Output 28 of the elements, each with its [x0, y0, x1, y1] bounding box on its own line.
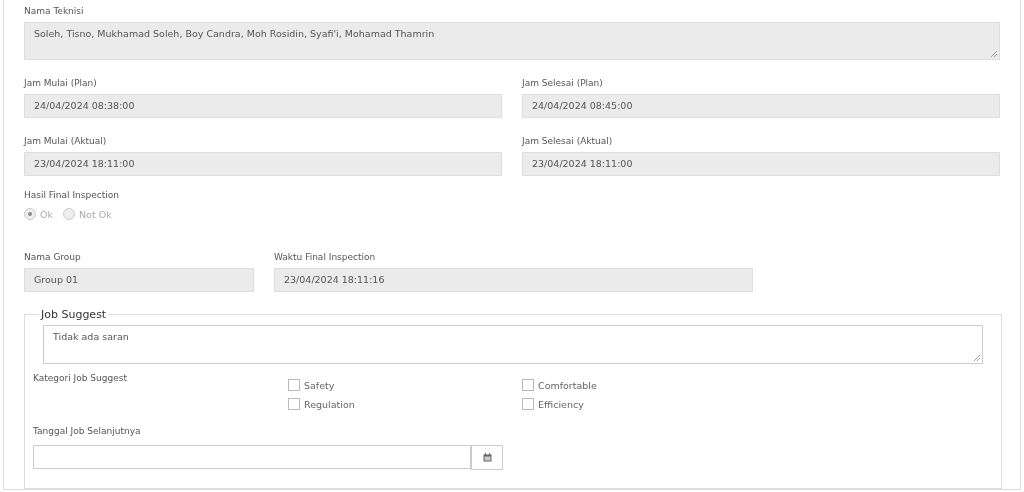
technicians-field[interactable]: Soleh, Tisno, Mukhamad Soleh, Boy Candra, Moh Rosidin, Syafi'i, Mohamad Thamrin [24, 22, 1000, 60]
field-label: Jam Mulai (Plan) [24, 77, 98, 90]
time-field[interactable]: 24/04/2024 08:45:00 [522, 94, 1000, 118]
field-label: Kategori Job Suggest [33, 373, 128, 385]
suggestion-field[interactable]: Tidak ada saran [43, 325, 983, 364]
field-label: Jam Selesai (Aktual) [522, 135, 614, 148]
field-label: Waktu Final Inspection [274, 251, 377, 264]
resize-grip-icon [973, 354, 980, 361]
field-label: Jam Selesai (Plan) [522, 77, 604, 90]
field-label: Nama Group [24, 251, 82, 264]
panel-title: Job Suggest [39, 308, 108, 321]
date-field[interactable] [33, 445, 471, 469]
checkbox-option[interactable]: Regulation [288, 398, 522, 410]
checkbox-option[interactable]: Comfortable [522, 379, 722, 391]
field-label: Tanggal Job Selanjutnya [33, 425, 142, 438]
checkbox-option[interactable]: Safety [288, 379, 522, 391]
calendar-button[interactable] [471, 445, 503, 470]
checkbox-option[interactable]: Efficiency [522, 398, 722, 410]
calendar-icon [482, 453, 492, 462]
field-label: Jam Mulai (Aktual) [24, 135, 108, 148]
time-field[interactable]: 23/04/2024 18:11:00 [24, 152, 502, 176]
time-field[interactable]: 24/04/2024 08:38:00 [24, 94, 502, 118]
time-field[interactable]: 23/04/2024 18:11:00 [522, 152, 1000, 176]
field-label: Hasil Final Inspection [24, 189, 120, 202]
inspection-time-field[interactable]: 23/04/2024 18:11:16 [274, 268, 753, 292]
resize-grip-icon [990, 50, 997, 57]
field-label: Nama Teknisi [24, 5, 85, 18]
group-field[interactable]: Group 01 [24, 268, 254, 292]
